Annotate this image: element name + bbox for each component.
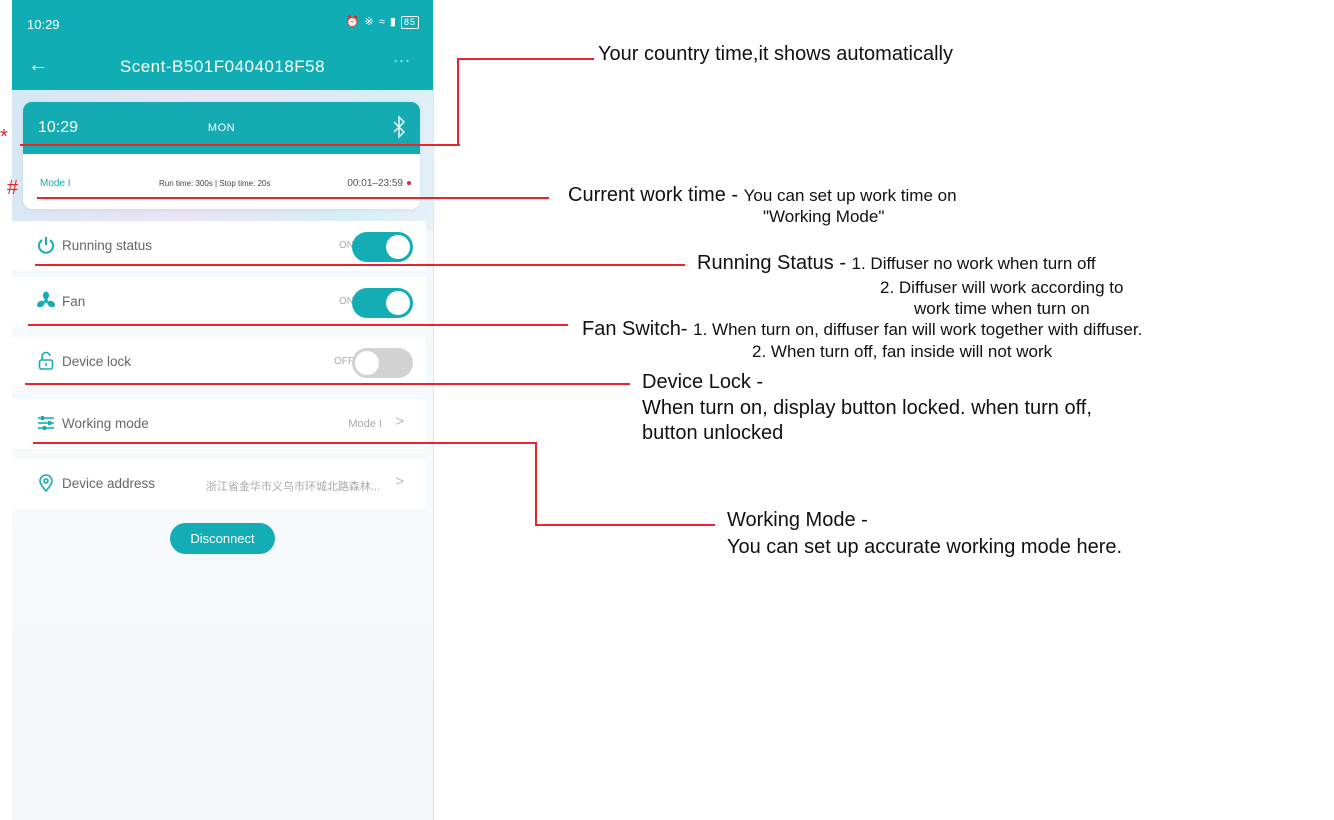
annotation-line [535,442,537,526]
device-lock-toggle[interactable] [352,348,413,378]
annotation-running-title: Running Status - [697,252,852,274]
annotation-fan-title: Fan Switch- [582,318,694,340]
toggle-knob [386,235,410,259]
running-status-label: Running status [62,238,153,253]
alarm-icon: ⏰ [345,16,361,28]
annotation-line [457,58,594,60]
annotation-line [35,264,685,266]
annotation-line [37,197,549,199]
bluetooth-status-icon: ※ [364,16,375,28]
annotation-work-time-text: You can set up work time on [743,186,957,205]
fan-toggle[interactable] [352,288,413,318]
device-lock-label: Device lock [62,354,132,369]
annotation-running-line1: 1. Diffuser no work when turn off [851,254,1096,273]
app-header: 10:29 ⏰ ※ ≈ ▮ 85 ← Scent-B501F0404018F58… [12,0,433,90]
toggle-knob [355,351,379,375]
chevron-right-icon: > [395,413,404,430]
annotation-country-time: Your country time,it shows automatically [598,43,953,65]
running-status-toggle[interactable] [352,232,413,262]
work-time-range: 00:01–23:59 [347,178,411,189]
annotation-fan-line2: 2. When turn off, fan inside will not wo… [752,342,1053,361]
working-mode-value: Mode I [348,418,382,430]
chevron-right-icon: > [395,473,404,490]
device-address-label: Device address [62,476,156,491]
sliders-icon [38,416,54,430]
device-title: Scent-B501F0404018F58 [119,57,326,76]
hash-marker: # [7,177,19,199]
device-lock-state: OFF [334,356,354,367]
status-bar-icons: ⏰ ※ ≈ ▮ 85 [346,15,419,29]
annotation-lock-line1: When turn on, display button locked. whe… [642,397,1092,419]
signal-icon: ▮ [389,16,397,28]
time-card-header: 10:29 MON [23,102,420,154]
annotation-running-line3: work time when turn on [914,299,1090,318]
fan-label: Fan [62,294,86,309]
current-mode: Mode I [40,178,71,189]
wifi-icon: ≈ [378,16,386,28]
annotation-mode-line1: You can set up accurate working mode her… [727,536,1123,558]
device-address-value: 浙江省金华市义乌市环城北路森林... [205,481,380,493]
battery-icon: 85 [400,16,419,29]
annotation-running-status: Running Status - 1. Diffuser no work whe… [697,252,1096,274]
annotation-work-time-title: Current work time - [568,184,744,206]
status-bar-time: 10:29 [27,17,60,32]
annotation-line [457,58,459,146]
run-stop-time: Run time: 300s | Stop time: 20s [159,179,271,188]
annotation-line [25,383,630,385]
fan-icon [37,291,55,308]
disconnect-button[interactable]: Disconnect [170,523,275,554]
star-marker: * [0,126,8,148]
row-device-lock: Device lock OFF [12,337,426,387]
work-time-range-text: 00:01–23:59 [347,178,403,189]
time-card: 10:29 MON Mode I Run time: 300s | Stop t… [23,102,420,209]
annotation-work-time-2: "Working Mode" [763,207,885,226]
annotation-work-time: Current work time - You can set up work … [568,184,957,206]
annotation-running-line2: 2. Diffuser will work according to [880,278,1124,297]
phone-screen: 10:29 ⏰ ※ ≈ ▮ 85 ← Scent-B501F0404018F58… [12,0,434,820]
power-icon [38,237,54,254]
working-mode-label: Working mode [62,416,149,431]
annotation-line [535,524,715,526]
bluetooth-icon [393,115,405,139]
device-day: MON [207,122,236,134]
annotation-line [28,324,568,326]
location-pin-icon [39,474,53,493]
annotation-mode-title: Working Mode - [727,509,868,531]
toggle-knob [386,291,410,315]
annotation-fan-line1: 1. When turn on, diffuser fan will work … [693,320,1143,339]
annotation-line [33,442,537,444]
row-device-address[interactable]: Device address 浙江省金华市义乌市环城北路森林... > [12,459,426,509]
row-fan: Fan ON [12,277,426,327]
more-options-icon[interactable]: ··· [393,52,411,69]
annotation-lock-title: Device Lock - [642,371,764,393]
annotation-lock-line2: button unlocked [642,422,784,444]
annotation-fan: Fan Switch- 1. When turn on, diffuser fa… [582,318,1142,340]
annotation-line [20,144,460,146]
indicator-dot [407,181,411,186]
unlock-icon [38,351,54,370]
